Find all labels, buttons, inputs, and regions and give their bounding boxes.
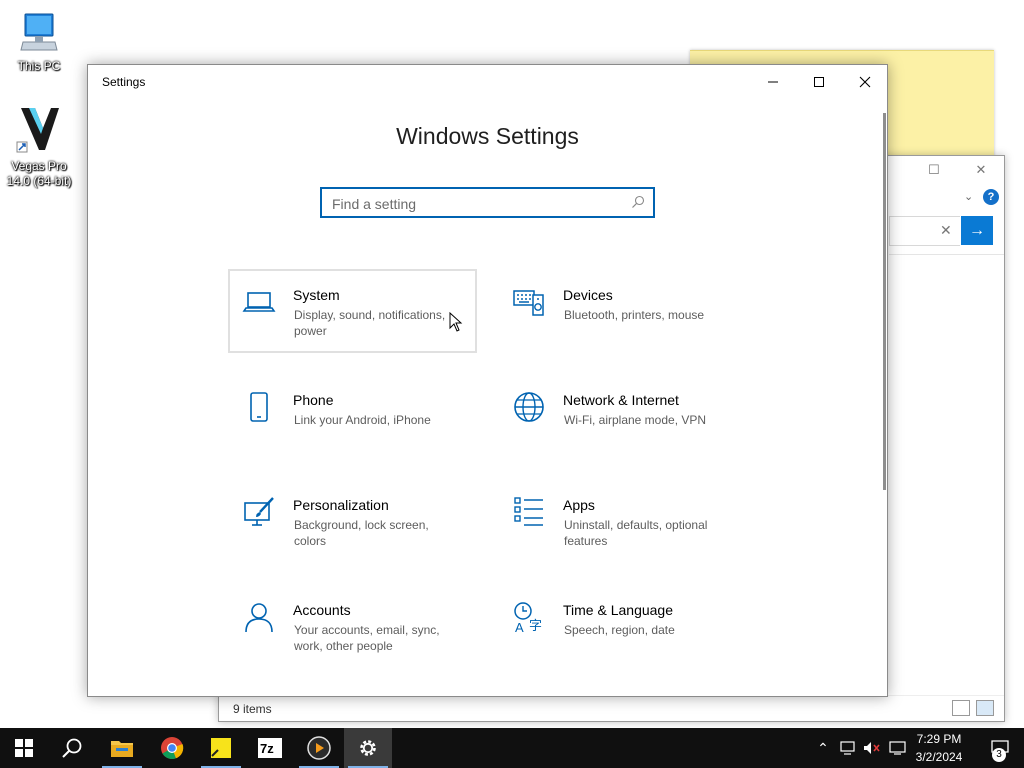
taskbar-sticky-notes[interactable] (197, 728, 245, 768)
tile-title: Apps (563, 497, 595, 513)
taskbar-chrome[interactable] (148, 728, 196, 768)
sticky-notes-icon (211, 738, 231, 758)
explorer-search-input[interactable]: ✕ (889, 216, 960, 246)
tile-phone[interactable]: Phone Link your Android, iPhone (228, 374, 477, 458)
item-count: 9 items (233, 701, 272, 716)
start-button[interactable] (0, 728, 48, 768)
maximize-icon (814, 77, 824, 87)
tile-devices[interactable]: Devices Bluetooth, printers, mouse (498, 269, 747, 353)
gear-icon (360, 740, 376, 756)
help-icon[interactable]: ? (983, 189, 999, 205)
tile-description: Uninstall, defaults, optional features (564, 518, 708, 548)
taskbar-clock[interactable]: 7:29 PM 3/2/2024 (906, 730, 972, 766)
taskbar-file-explorer[interactable] (98, 728, 146, 768)
apps-list-icon (514, 497, 543, 526)
folder-icon (111, 741, 133, 757)
settings-window[interactable]: Settings Windows Settings System Display… (87, 64, 888, 697)
tile-title: Personalization (293, 497, 389, 513)
close-icon (859, 76, 871, 88)
search-icon (62, 738, 82, 758)
mouse-cursor-icon (449, 312, 463, 332)
close-icon[interactable]: ✕ (971, 162, 991, 178)
clock-date: 3/2/2024 (915, 750, 963, 764)
clear-icon[interactable]: ✕ (940, 222, 952, 239)
tile-personalization[interactable]: Personalization Background, lock screen,… (228, 479, 477, 563)
tile-time-language[interactable]: A 字 Time & Language Speech, region, date (498, 584, 747, 668)
desktop-icon-label: This PC (17, 59, 61, 73)
phone-icon (250, 392, 268, 422)
display-icon[interactable] (888, 740, 908, 756)
taskbar-settings[interactable] (344, 728, 392, 768)
minimize-icon (768, 81, 778, 83)
details-view-icon[interactable] (952, 700, 970, 716)
minimize-button[interactable] (750, 65, 796, 99)
tile-network[interactable]: Network & Internet Wi-Fi, airplane mode,… (498, 374, 747, 458)
close-button[interactable] (842, 65, 888, 99)
network-icon[interactable] (838, 740, 858, 756)
status-bar: 9 items (219, 695, 1004, 721)
view-toggle (952, 700, 994, 716)
svg-text:A: A (515, 620, 524, 634)
desktop-icon-vegas-pro[interactable]: Vegas Pro 14.0 (64-bit) (3, 104, 75, 189)
desktop-icon-this-pc[interactable]: This PC (3, 10, 75, 73)
settings-search-box[interactable] (320, 187, 655, 218)
taskbar: 7z ⌃ 7:29 PM 3/2/2024 3 (0, 728, 1024, 768)
clock-time: 7:29 PM (916, 732, 962, 746)
chevron-up-icon[interactable]: ⌃ (812, 740, 834, 757)
globe-icon (514, 392, 544, 422)
tiles-view-icon[interactable] (976, 700, 994, 716)
maximize-icon[interactable]: ☐ (924, 162, 944, 178)
time-language-icon: A 字 (514, 602, 542, 634)
paintbrush-icon (244, 497, 274, 526)
person-icon (245, 603, 273, 633)
laptop-icon (242, 292, 276, 312)
system-tray: ⌃ (812, 728, 908, 768)
chevron-down-icon[interactable]: ⌄ (964, 190, 973, 203)
window-title: Settings (102, 75, 146, 89)
tile-description: Your accounts, email, sync, work, other … (294, 623, 440, 653)
search-go-button[interactable]: → (961, 216, 993, 245)
page-title: Windows Settings (396, 123, 579, 149)
tile-title: Time & Language (563, 602, 673, 618)
taskbar-7zip[interactable]: 7z (246, 728, 294, 768)
volume-muted-icon[interactable] (862, 740, 882, 756)
notification-badge: 3 (992, 748, 1006, 762)
title-bar[interactable]: Settings (88, 65, 887, 99)
keyboard-speaker-icon (513, 290, 544, 316)
taskbar-media-player[interactable] (295, 728, 343, 768)
tile-title: Accounts (293, 602, 351, 618)
tile-title: Devices (563, 287, 613, 303)
desktop-icon-label: Vegas Pro 14.0 (64-bit) (6, 159, 72, 188)
tile-description: Bluetooth, printers, mouse (564, 308, 705, 322)
explorer-pane (889, 254, 1004, 525)
tile-title: Phone (293, 392, 334, 408)
search-button[interactable] (48, 728, 96, 768)
tile-description: Link your Android, iPhone (294, 413, 431, 427)
computer-icon (3, 10, 75, 57)
tile-title: Network & Internet (563, 392, 679, 408)
svg-text:字: 字 (529, 618, 542, 633)
search-input[interactable] (330, 193, 624, 215)
tile-description: Display, sound, notifications, power (294, 308, 446, 338)
tile-description: Speech, region, date (564, 623, 675, 637)
search-icon (632, 195, 645, 208)
scrollbar[interactable] (883, 113, 886, 490)
tile-description: Wi-Fi, airplane mode, VPN (564, 413, 707, 427)
tile-title: System (293, 287, 340, 303)
tile-system[interactable]: System Display, sound, notifications, po… (228, 269, 477, 353)
chrome-icon (161, 737, 184, 760)
media-player-icon (307, 736, 331, 760)
7zip-icon: 7z (258, 738, 282, 758)
tile-apps[interactable]: Apps Uninstall, defaults, optional featu… (498, 479, 747, 563)
maximize-button[interactable] (796, 65, 842, 99)
svg-text:7z: 7z (260, 741, 274, 756)
tile-accounts[interactable]: Accounts Your accounts, email, sync, wor… (228, 584, 477, 668)
vegas-pro-icon (3, 104, 75, 157)
windows-logo-icon (15, 739, 33, 757)
tile-description: Background, lock screen, colors (294, 518, 429, 548)
